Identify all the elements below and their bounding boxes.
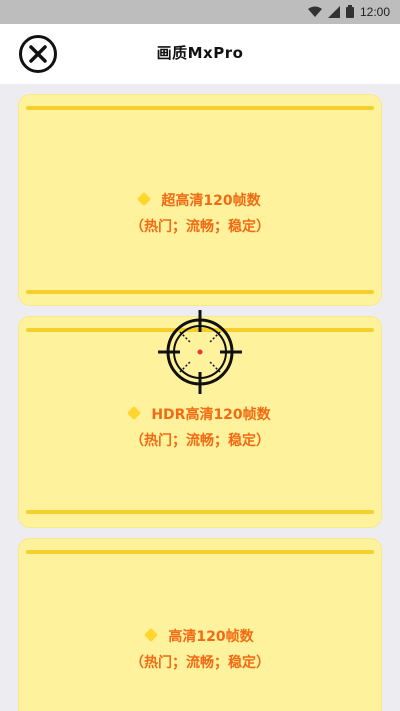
option-card-3[interactable]: 高清120帧数 （热门；流畅；稳定）	[18, 538, 382, 711]
option-title: HDR高清120帧数	[18, 404, 382, 424]
option-subtitle: （热门；流畅；稳定）	[130, 655, 270, 671]
option-card-1[interactable]: 超高清120帧数 （热门；流畅；稳定）	[18, 94, 382, 306]
card-bottom-bar	[26, 290, 374, 294]
status-time: 12:00	[359, 5, 390, 19]
card-bottom-bar	[26, 510, 374, 514]
signal-icon	[327, 3, 340, 22]
option-subtitle: （热门；流畅；稳定）	[130, 433, 270, 449]
wifi-icon	[307, 3, 322, 22]
option-title: 超高清120帧数	[18, 190, 382, 210]
card-top-bar	[26, 550, 374, 554]
options-list: 超高清120帧数 （热门；流畅；稳定） HDR高清120帧数 （热门；流畅；稳定…	[0, 84, 400, 711]
diamond-bullet-icon	[137, 191, 152, 207]
option-subtitle: （热门；流畅；稳定）	[130, 219, 270, 235]
diamond-bullet-icon	[144, 627, 159, 643]
crosshair-icon	[158, 310, 242, 394]
top-bar: 画质MxPro	[0, 24, 400, 84]
option-title: 高清120帧数	[18, 626, 382, 646]
diamond-bullet-icon	[127, 405, 142, 421]
card-top-bar	[26, 106, 374, 110]
status-bar: 12:00	[0, 0, 400, 24]
battery-icon	[345, 3, 354, 22]
status-icons: 12:00	[307, 3, 390, 22]
page-title: 画质MxPro	[156, 44, 244, 62]
